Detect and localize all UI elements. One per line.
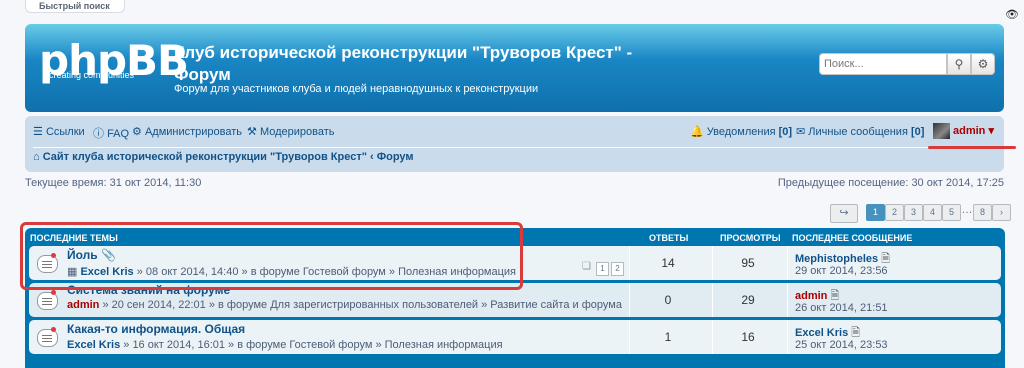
messages-label: Личные сообщения [808,126,908,138]
replies-count: 0 [664,293,672,307]
last-post-time: 26 окт 2014, 21:51 [795,302,888,314]
breadcrumb-separator: ‹ [369,151,374,163]
replies-count: 1 [664,330,672,344]
nav-notifications[interactable]: 🔔 Уведомления [0] [690,125,792,138]
home-icon: ⌂ [33,151,40,163]
search-input[interactable] [819,53,947,75]
header-replies: Ответы [649,233,689,243]
page-ellipsis: … [961,204,973,216]
nav-faq-label: FAQ [107,128,130,140]
previous-visit: Предыдущее посещение: 30 окт 2014, 17:25 [777,177,1004,189]
topic-page-1[interactable]: 1 [596,262,609,276]
nav-admin[interactable]: ⚙ Администрировать [132,125,242,138]
page-8[interactable]: 8 [973,204,992,221]
topic-unread-icon [37,329,58,347]
view-post-icon[interactable]: 🗎 [830,290,839,302]
go-to-page-icon[interactable]: ↪ [830,204,858,223]
menu-icon: ☰ [33,126,43,138]
user-name: admin [953,124,986,137]
topic-meta: admin » 20 сен 2014, 22:01 » в форуме Дл… [67,299,622,311]
nav-messages[interactable]: ✉ Личные сообщения [0] [796,125,924,138]
navbar: ☰ Ссылки ⓘ FAQ ⚙ Администрировать ⚒ Моде… [25,116,1004,172]
topic-meta-text: » 16 окт 2014, 16:01 » в форуме Гостевой… [123,339,503,351]
site-description: Форум для участников клуба и людей нерав… [174,83,539,95]
pages-icon: ❏ [582,261,591,272]
last-post-time: 25 окт 2014, 23:53 [795,339,888,351]
gavel-icon: ⚒ [247,126,257,138]
next-page[interactable]: › [992,204,1011,221]
topic-title[interactable]: Какая-то информация. Общая [67,322,245,336]
page-5[interactable]: 5 [942,204,961,221]
highlight-underline [928,146,1016,149]
question-icon: ⓘ [93,128,104,140]
advanced-search-button[interactable]: ⚙ [971,53,995,75]
column-divider [787,283,788,317]
site-header: phpBB creating communities Клуб историче… [25,24,1004,112]
nav-links-label: Ссылки [45,126,85,138]
topic-author[interactable]: admin [67,299,99,311]
view-post-icon[interactable]: 🗎 [851,327,860,339]
nav-moderate[interactable]: ⚒ Модерировать [247,125,335,138]
search-button[interactable]: ⚲ [947,53,971,75]
eye-icon[interactable]: 👁 [1005,8,1019,21]
topic-meta: Excel Kris » 16 окт 2014, 16:01 » в фору… [67,339,503,351]
envelope-icon: ✉ [796,126,806,138]
topic-page-2[interactable]: 2 [611,262,624,276]
topic-unread-icon [37,292,58,310]
magnifier-icon: ⚲ [954,57,964,71]
topic-author[interactable]: Excel Kris [67,339,120,351]
notifications-label: Уведомления [706,126,776,138]
new-dot-icon [51,327,56,332]
breadcrumb-forum[interactable]: Форум [377,151,414,163]
replies-count: 14 [661,256,675,270]
gears-icon: ⚙ [132,126,142,138]
nav-admin-label: Администрировать [144,126,243,138]
topic-meta-text: » 20 сен 2014, 22:01 » в форуме Для заре… [102,299,622,311]
page-1[interactable]: 1 [866,204,885,221]
nav-faq[interactable]: ⓘ FAQ [93,125,129,141]
search-box: ⚲ ⚙ [819,53,997,75]
column-divider [787,320,788,354]
topic-row[interactable]: Какая-то информация. Общая Excel Kris » … [29,320,1001,354]
view-post-icon[interactable]: 🗎 [881,253,890,265]
nav-links[interactable]: ☰ Ссылки [33,125,85,138]
page-2[interactable]: 2 [885,204,904,221]
nav-moderate-label: Модерировать [259,126,335,138]
site-title: Клуб исторической реконструкции "Труворо… [174,43,633,84]
messages-count: [0] [910,126,925,138]
views-count: 95 [741,256,755,270]
avatar [933,123,950,139]
breadcrumb-site[interactable]: Сайт клуба исторической реконструкции "Т… [43,151,367,163]
breadcrumb: ⌂ Сайт клуба исторической реконструкции … [33,151,414,163]
views-count: 16 [741,330,755,344]
page-4[interactable]: 4 [923,204,942,221]
last-post-time: 29 окт 2014, 23:56 [795,265,888,277]
notifications-count: [0] [778,126,793,138]
nav-links-row: ☰ Ссылки ⓘ FAQ ⚙ Администрировать ⚒ Моде… [33,123,996,141]
header-views: Просмотры [720,233,781,243]
nav-divider [33,147,996,148]
page-3[interactable]: 3 [904,204,923,221]
caret-down-icon: ▾ [988,124,994,137]
current-time: Текущее время: 31 окт 2014, 11:30 [25,177,202,189]
bell-icon: 🔔 [690,126,704,138]
quick-search-tab[interactable]: Быстрый поиск [25,0,125,13]
header-last: Последнее сообщение [792,233,913,243]
user-menu[interactable]: admin ▾ [933,123,994,139]
gear-icon: ⚙ [977,57,989,71]
views-count: 29 [741,293,755,307]
logo-subtitle: creating communities [49,70,135,80]
column-divider [787,246,788,280]
new-dot-icon [51,290,56,295]
highlight-box [20,222,523,290]
